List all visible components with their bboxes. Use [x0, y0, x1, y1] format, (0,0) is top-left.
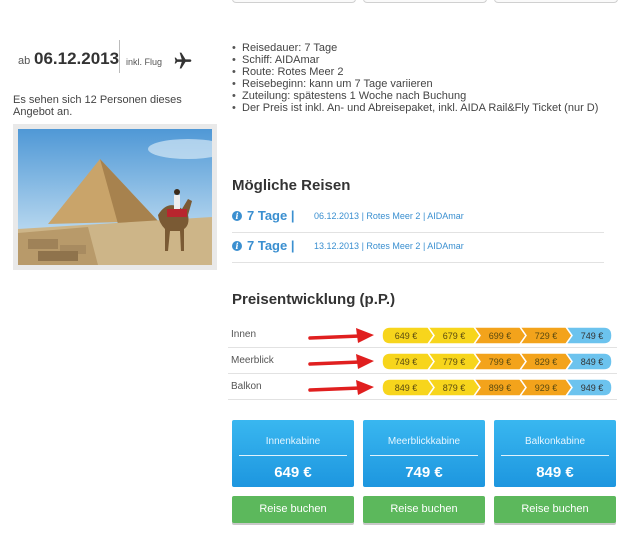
trip-ship: | AIDAmar [422, 241, 464, 251]
red-arrow-icon [308, 380, 374, 395]
book-balkon-button[interactable]: Reise buchen [494, 496, 616, 523]
fact-item: Der Preis ist inkl. An- und Abreisepaket… [232, 102, 617, 114]
price-step-label: 849 € [395, 383, 418, 393]
trip-date: 13.12.2013 [314, 241, 360, 251]
cabin-category-label: Innen [231, 329, 257, 340]
price-step-label: 779 € [443, 357, 466, 367]
price-step-label: 749 € [581, 331, 604, 341]
trip-route: | Rotes Meer 2 [361, 241, 421, 251]
top-tab-strip [232, 0, 618, 3]
cabin-name: Innenkabine [265, 436, 321, 447]
price-development-heading: Preisentwicklung (p.P.) [232, 291, 396, 308]
trip-option[interactable]: i 7 Tage | 06.12.2013 | Rotes Meer 2 | A… [232, 208, 604, 233]
price-step-label: 799 € [489, 357, 512, 367]
cabin-price: 849 € [536, 464, 574, 481]
plane-icon [172, 51, 194, 76]
top-tab[interactable] [232, 0, 356, 3]
cabin-name: Balkonkabine [524, 436, 586, 447]
date-prefix: ab [18, 55, 31, 67]
fact-item: Route: Rotes Meer 2 [232, 66, 617, 78]
book-meerblick-button[interactable]: Reise buchen [363, 496, 485, 523]
trip-ship: | AIDAmar [422, 211, 464, 221]
price-step-label: 949 € [581, 383, 604, 393]
price-step-label: 729 € [535, 331, 558, 341]
divider [370, 455, 478, 456]
cabin-card-meerblick[interactable]: Meerblickkabine 749 € [363, 420, 485, 487]
trip-duration[interactable]: 7 Tage | [247, 238, 294, 253]
trip-facts-list: Reisedauer: 7 Tage Schiff: AIDAmar Route… [232, 42, 617, 114]
cabin-price: 749 € [405, 464, 443, 481]
trip-details[interactable]: 06.12.2013 | Rotes Meer 2 | AIDAmar [314, 211, 464, 221]
info-icon: i [232, 241, 242, 251]
price-step-label: 929 € [535, 383, 558, 393]
trip-details[interactable]: 13.12.2013 | Rotes Meer 2 | AIDAmar [314, 241, 464, 251]
price-row-balkon: Balkon 849 € 879 € 899 € 929 € 949 € [228, 375, 617, 400]
fact-item: Schiff: AIDAmar [232, 54, 617, 66]
top-tab[interactable] [363, 0, 487, 3]
divider [119, 40, 120, 73]
cabin-card-innen[interactable]: Innenkabine 649 € [232, 420, 354, 487]
price-step-label: 749 € [395, 357, 418, 367]
fact-item: Reisedauer: 7 Tage [232, 42, 617, 54]
red-arrow-icon [308, 354, 374, 369]
fact-item: Zuteilung: spätestens 1 Woche nach Buchu… [232, 90, 617, 102]
fact-item: Reisebeginn: kann um 7 Tage variieren [232, 78, 617, 90]
price-step-label: 699 € [489, 331, 512, 341]
offer-photo-frame [13, 124, 217, 270]
cabin-name: Meerblickkabine [387, 436, 461, 447]
cabin-category-label: Meerblick [231, 355, 274, 366]
trip-option[interactable]: i 7 Tage | 13.12.2013 | Rotes Meer 2 | A… [232, 238, 604, 263]
flight-included-label: inkl. Flug [126, 57, 163, 67]
price-step-label: 829 € [535, 357, 558, 367]
divider [501, 455, 609, 456]
departure-date: 06.12.2013 [34, 49, 120, 68]
price-steps: 749 € 779 € 799 € 829 € 849 € [382, 353, 613, 370]
price-step-label: 649 € [395, 331, 418, 341]
price-steps: 849 € 879 € 899 € 929 € 949 € [382, 379, 613, 396]
trip-duration[interactable]: 7 Tage | [247, 208, 294, 223]
price-step-label: 899 € [489, 383, 512, 393]
cabin-category-label: Balkon [231, 381, 262, 392]
price-step-label: 849 € [581, 357, 604, 367]
price-steps: 649 € 679 € 699 € 729 € 749 € [382, 327, 613, 344]
price-step-label: 879 € [443, 383, 466, 393]
red-arrow-icon [308, 328, 374, 343]
price-step-label: 679 € [443, 331, 466, 341]
price-row-innen: Innen 649 € 679 € 699 € 729 € 749 € [228, 323, 617, 348]
cabin-price: 649 € [274, 464, 312, 481]
viewers-notice: Es sehen sich 12 Personen dieses Angebot… [13, 94, 182, 118]
trip-route: | Rotes Meer 2 [361, 211, 421, 221]
book-innen-button[interactable]: Reise buchen [232, 496, 354, 523]
trip-date: 06.12.2013 [314, 211, 360, 221]
price-row-meerblick: Meerblick 749 € 779 € 799 € 829 € 849 € [228, 349, 617, 374]
info-icon: i [232, 211, 242, 221]
cabin-card-balkon[interactable]: Balkonkabine 849 € [494, 420, 616, 487]
top-tab[interactable] [494, 0, 618, 3]
divider [239, 455, 347, 456]
pyramid-photo[interactable] [18, 129, 212, 265]
possible-trips-heading: Mögliche Reisen [232, 177, 351, 194]
departure-date-block: ab 06.12.2013 inkl. Flug [18, 40, 198, 74]
